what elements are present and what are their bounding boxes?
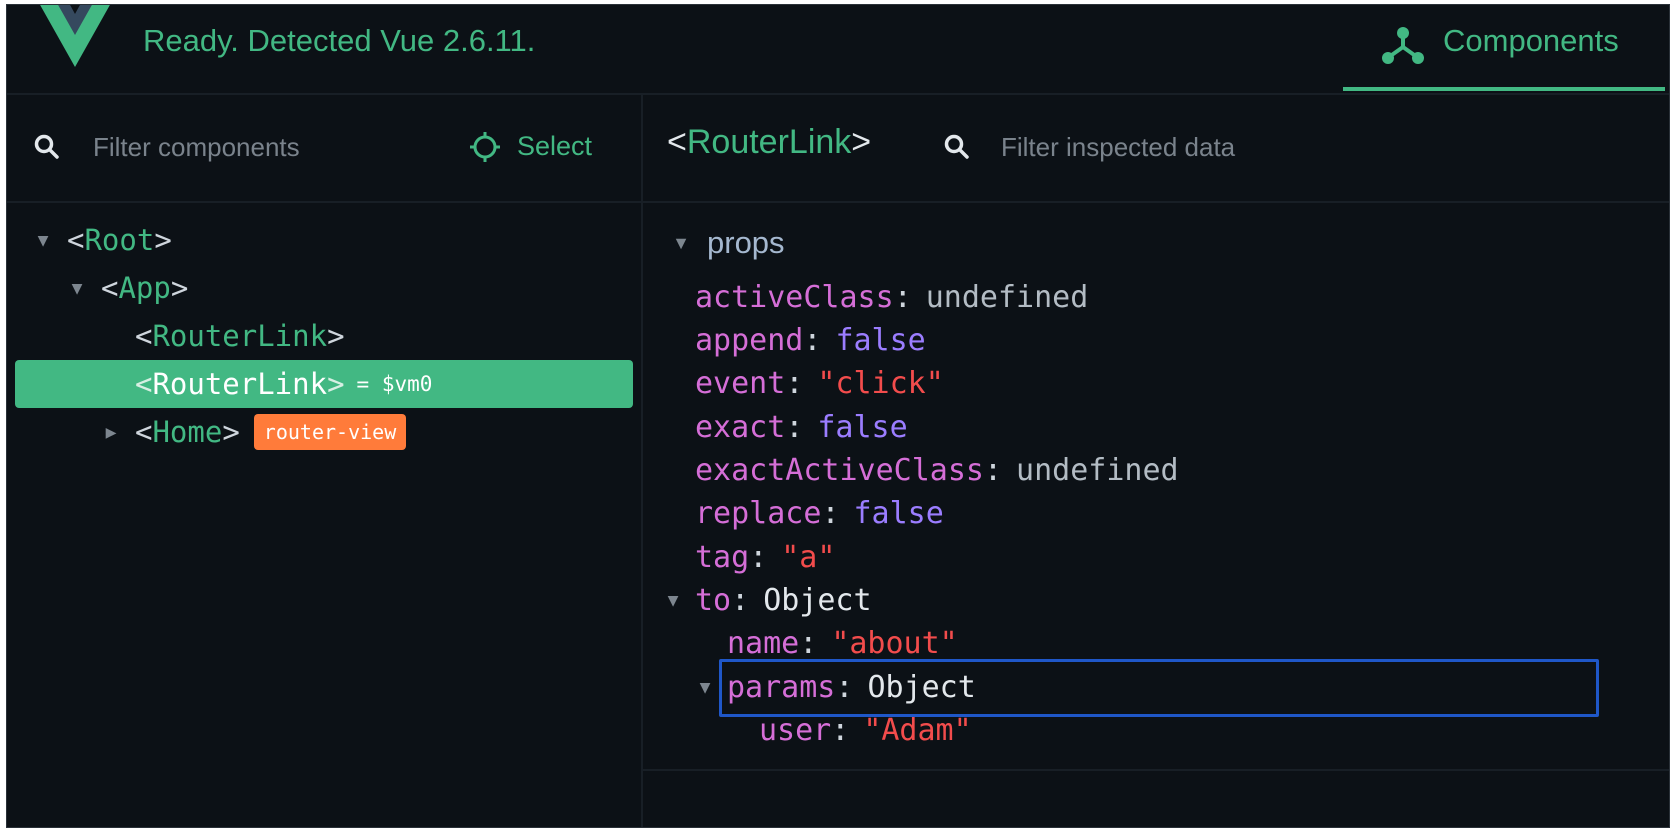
components-tree-icon (1382, 27, 1424, 64)
prop-row-append[interactable]: append: false (695, 318, 926, 362)
prop-row-to[interactable]: ▼ to: Object (663, 578, 872, 622)
prop-value: undefined (1016, 452, 1179, 488)
prop-value: Object (763, 582, 872, 618)
prop-key: event (695, 365, 786, 401)
prop-key: params (727, 669, 836, 705)
filter-components-input[interactable] (91, 129, 425, 165)
prop-key: replace (695, 495, 822, 531)
tab-components[interactable]: Components (1343, 5, 1665, 91)
tab-components-label: Components (1443, 23, 1619, 58)
tree-filter-bar: Select (7, 93, 641, 203)
component-tree: ▼ < Root > ▼ < App > < RouterLink > < RouterLin… (7, 203, 641, 827)
collapsed-arrow-icon[interactable]: ▶ (101, 422, 121, 443)
inspector-header: <RouterLink> (643, 93, 1669, 203)
tree-node-label: RouterLink (152, 319, 328, 353)
prop-key: exact (695, 409, 786, 445)
expanded-arrow-icon[interactable]: ▼ (33, 230, 53, 251)
props-section-label: props (707, 225, 785, 260)
tree-node-label: Home (152, 415, 223, 449)
prop-key: activeClass (695, 279, 894, 315)
component-tree-panel: Select ▼ <Root> ▼ <App> <RouterLink> <Ro… (7, 93, 643, 827)
props-section-header[interactable]: ▼ props (671, 221, 785, 265)
inspector-panel: <RouterLink> ▼ props activeClass: undefi… (643, 93, 1669, 827)
prop-key: exactActiveClass (695, 452, 984, 488)
tree-node-app[interactable]: ▼ < App > (67, 265, 189, 311)
status-text: Ready. Detected Vue 2.6.11. (143, 23, 536, 58)
tree-node-label: Root (84, 223, 155, 257)
expanded-arrow-icon[interactable]: ▼ (695, 677, 715, 698)
prop-value: "about" (831, 625, 958, 661)
devtools-window: Ready. Detected Vue 2.6.11. Components F… (6, 4, 1670, 828)
search-icon (34, 134, 59, 159)
vm-reference: = $vm0 (356, 372, 433, 396)
prop-row-event[interactable]: event: "click" (695, 361, 944, 405)
prop-key: append (695, 322, 804, 358)
filter-inspected-data-input[interactable] (999, 129, 1603, 165)
prop-value: false (835, 322, 926, 358)
prop-value: false (817, 409, 908, 445)
tree-node-root[interactable]: ▼ < Root > (33, 217, 172, 263)
crosshair-icon (470, 132, 500, 162)
prop-row-activeclass[interactable]: activeClass: undefined (695, 275, 1088, 319)
prop-key: user (759, 712, 832, 748)
divider (643, 769, 1669, 771)
vue-logo-icon (40, 5, 110, 67)
router-view-badge: router-view (253, 414, 407, 450)
prop-value: "click" (817, 365, 944, 401)
prop-row-tag[interactable]: tag: "a" (695, 535, 835, 579)
tree-node-label: App (118, 271, 171, 305)
prop-row-user[interactable]: user: "Adam" (759, 708, 972, 752)
top-bar: Ready. Detected Vue 2.6.11. Components (7, 5, 1669, 95)
prop-row-exact[interactable]: exact: false (695, 405, 908, 449)
inspected-component-title: <RouterLink> (667, 123, 872, 161)
tree-node-home[interactable]: ▶ < Home > router-view (101, 409, 407, 455)
expanded-arrow-icon[interactable]: ▼ (67, 278, 87, 299)
search-icon (944, 134, 969, 159)
tree-node-routerlink-selected[interactable]: < RouterLink > = $vm0 (15, 360, 633, 408)
select-label: Select (517, 131, 593, 161)
prop-value: "a" (781, 539, 836, 575)
prop-value: "Adam" (863, 712, 972, 748)
prop-value: Object (867, 669, 976, 705)
expanded-arrow-icon[interactable]: ▼ (663, 590, 683, 611)
expanded-arrow-icon[interactable]: ▼ (671, 233, 691, 254)
prop-value: undefined (925, 279, 1089, 315)
tree-node-routerlink[interactable]: < RouterLink > (135, 313, 345, 359)
tree-node-label: RouterLink (152, 367, 328, 401)
prop-key: name (727, 625, 800, 661)
prop-key: tag (695, 539, 750, 575)
prop-value: false (853, 495, 944, 531)
prop-row-params[interactable]: ▼ params: Object (695, 665, 976, 709)
prop-row-exactactiveclass[interactable]: exactActiveClass: undefined (695, 448, 1179, 492)
prop-key: to (695, 582, 732, 618)
prop-row-replace[interactable]: replace: false (695, 491, 944, 535)
